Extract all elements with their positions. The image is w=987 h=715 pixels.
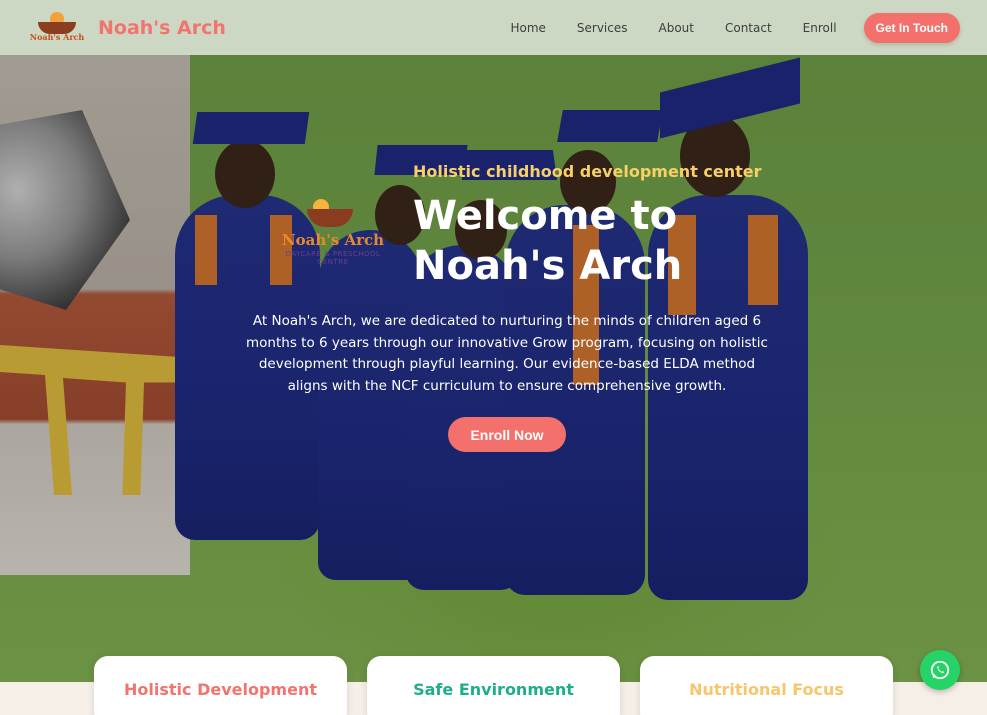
nav-link-contact[interactable]: Contact: [725, 21, 772, 35]
nav-link-enroll[interactable]: Enroll: [803, 21, 837, 35]
feature-card-nutrition: Nutritional Focus: [640, 656, 893, 715]
hero-description: At Noah's Arch, we are dedicated to nurt…: [246, 313, 768, 394]
whatsapp-button[interactable]: [920, 650, 960, 690]
nav-link-home[interactable]: Home: [510, 21, 545, 35]
hero-logo-title: Noah's Arch: [281, 231, 385, 249]
whatsapp-icon: [930, 660, 950, 680]
get-in-touch-button[interactable]: Get In Touch: [863, 12, 960, 43]
hero-headline: Welcome to Noah's Arch: [413, 193, 683, 289]
ark-logo-icon: Noah's Arch: [28, 11, 86, 44]
feature-title: Holistic Development: [124, 680, 317, 699]
hero-logo: Noah's Arch DAYCARE & PRESCHOOL CENTRE: [277, 197, 389, 266]
feature-title: Safe Environment: [413, 680, 574, 699]
feature-card-safe: Safe Environment: [367, 656, 620, 715]
nav-link-about[interactable]: About: [659, 21, 694, 35]
site-logo[interactable]: Noah's Arch Noah's Arch: [28, 11, 226, 44]
ark-icon: [307, 209, 353, 227]
hero-tagline: Holistic childhood development center: [413, 162, 762, 181]
hero-logo-subtitle: DAYCARE & PRESCHOOL CENTRE: [285, 250, 381, 266]
enroll-now-button[interactable]: Enroll Now: [448, 417, 566, 452]
brand-name[interactable]: Noah's Arch: [98, 17, 226, 39]
feature-title: Nutritional Focus: [689, 680, 844, 699]
feature-card-holistic: Holistic Development: [94, 656, 347, 715]
main-menu: Home Services About Contact Enroll: [510, 21, 836, 35]
nav-link-services[interactable]: Services: [577, 21, 628, 35]
top-navbar: Noah's Arch Noah's Arch Home Services Ab…: [0, 0, 987, 55]
logo-text: Noah's Arch: [29, 31, 85, 42]
